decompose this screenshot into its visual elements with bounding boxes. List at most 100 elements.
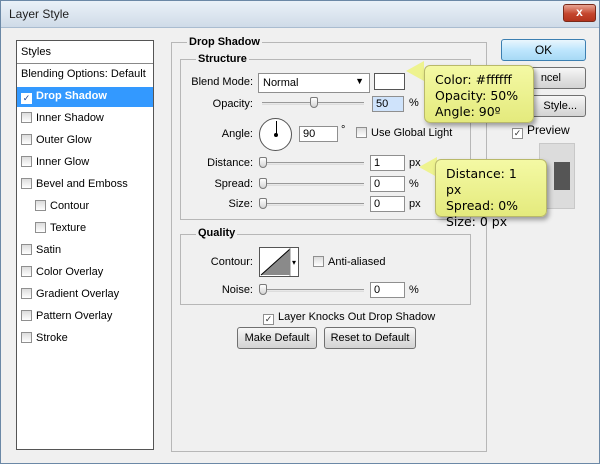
style-checkbox[interactable] xyxy=(21,310,32,321)
opacity-slider-thumb[interactable] xyxy=(310,97,318,108)
preview-box: ✓ xyxy=(512,128,523,139)
noise-unit: % xyxy=(409,284,419,296)
style-item[interactable]: Outer Glow xyxy=(17,131,153,151)
close-button[interactable]: x xyxy=(563,4,596,22)
style-item-label: Pattern Overlay xyxy=(36,310,113,322)
style-item[interactable]: Stroke xyxy=(17,329,153,349)
tooltip-line: Color: #ffffff xyxy=(435,72,512,87)
style-checkbox[interactable] xyxy=(21,112,32,123)
styles-header[interactable]: Styles xyxy=(17,41,153,64)
distance-slider-thumb[interactable] xyxy=(259,157,267,168)
tooltip-line: Spread: 0% xyxy=(446,198,519,213)
layer-style-dialog: Layer Style x Styles Blending Options: D… xyxy=(0,0,600,464)
style-item-label: Texture xyxy=(50,222,87,234)
style-checkbox[interactable] xyxy=(21,244,32,255)
preview-label: Preview xyxy=(527,123,570,137)
spread-slider-thumb[interactable] xyxy=(259,178,267,189)
style-item-label: Contour xyxy=(50,200,90,212)
style-checkbox[interactable] xyxy=(21,266,32,277)
style-item[interactable]: Color Overlay xyxy=(17,263,153,283)
dropdown-arrow-icon: ▼ xyxy=(355,76,364,86)
opacity-unit: % xyxy=(409,97,419,109)
noise-input[interactable]: 0 xyxy=(370,282,405,298)
style-item-label: Drop Shadow xyxy=(36,90,107,102)
tooltip-line: Size: 0 px xyxy=(446,214,508,229)
style-item[interactable]: ✓ Drop Shadow xyxy=(17,87,153,107)
style-item[interactable]: Gradient Overlay xyxy=(17,285,153,305)
spread-input[interactable]: 0 xyxy=(370,176,405,192)
style-checkbox[interactable] xyxy=(35,222,46,233)
style-checkbox[interactable] xyxy=(21,288,32,299)
style-checkbox[interactable] xyxy=(21,134,32,145)
blend-mode-select[interactable]: Normal ▼ xyxy=(258,73,370,93)
knocks-out-label: Layer Knocks Out Drop Shadow xyxy=(278,311,436,323)
reset-to-default-button[interactable]: Reset to Default xyxy=(324,327,416,349)
anti-aliased-box xyxy=(313,256,324,267)
shadow-color-swatch[interactable] xyxy=(374,73,405,90)
tooltip-line: Opacity: 50% xyxy=(435,88,519,103)
use-global-light-label: Use Global Light xyxy=(371,127,453,139)
size-slider-track[interactable] xyxy=(262,203,364,206)
style-item-label: Color Overlay xyxy=(36,266,104,278)
structure-title: Structure xyxy=(196,53,249,65)
distance-input[interactable]: 1 xyxy=(370,155,405,171)
anti-aliased-checkbox[interactable]: Anti-aliased xyxy=(313,256,385,268)
opacity-input[interactable]: 50 xyxy=(372,96,404,112)
style-item-label: Gradient Overlay xyxy=(36,288,120,300)
spread-label: Spread: xyxy=(214,178,253,190)
knocks-out-checkbox[interactable]: ✓ Layer Knocks Out Drop Shadow xyxy=(263,311,435,325)
ok-button[interactable]: OK xyxy=(501,39,586,61)
angle-dial-pivot xyxy=(274,133,278,137)
svg-text:▾: ▾ xyxy=(292,258,296,267)
preview-checkbox[interactable]: ✓ Preview xyxy=(512,123,570,139)
style-item-label: Bevel and Emboss xyxy=(36,178,128,190)
spread-unit: % xyxy=(409,178,419,190)
style-checkbox[interactable]: ✓ xyxy=(21,93,32,104)
use-global-light-checkbox[interactable]: Use Global Light xyxy=(356,127,452,139)
contour-preview-icon: ▾ xyxy=(260,248,296,276)
style-item-label: Outer Glow xyxy=(36,134,92,146)
style-item-label: Inner Shadow xyxy=(36,112,104,124)
style-item-label: Inner Glow xyxy=(36,156,90,168)
use-global-light-box xyxy=(356,127,367,138)
angle-label: Angle: xyxy=(221,128,253,140)
style-item[interactable]: Contour xyxy=(17,197,153,217)
style-item[interactable]: Satin xyxy=(17,241,153,261)
style-checkbox[interactable] xyxy=(21,178,32,189)
opacity-label: Opacity: xyxy=(212,98,253,110)
tooltip-color-opacity-angle: Color: #ffffff Opacity: 50% Angle: 90º xyxy=(424,65,534,123)
style-checkbox[interactable] xyxy=(21,332,32,343)
style-item[interactable]: Blending Options: Default xyxy=(17,65,153,85)
style-item[interactable]: Bevel and Emboss xyxy=(17,175,153,195)
angle-input[interactable]: 90 xyxy=(299,126,338,142)
tooltip-line: Distance: 1 px xyxy=(446,166,517,197)
size-input[interactable]: 0 xyxy=(370,196,405,212)
drop-shadow-title: Drop Shadow xyxy=(187,36,262,48)
distance-slider-track[interactable] xyxy=(262,162,364,165)
contour-picker[interactable]: ▾ xyxy=(259,247,299,277)
style-item[interactable]: Inner Shadow xyxy=(17,109,153,129)
preview-swatch xyxy=(554,162,570,190)
style-checkbox[interactable] xyxy=(35,200,46,211)
quality-title: Quality xyxy=(196,227,238,239)
size-slider-thumb[interactable] xyxy=(259,198,267,209)
window-title: Layer Style xyxy=(9,7,70,21)
style-item[interactable]: Texture xyxy=(17,219,153,239)
noise-slider-track[interactable] xyxy=(262,289,364,292)
styles-list: Styles Blending Options: Default ✓ Drop Sh… xyxy=(16,40,154,450)
noise-label: Noise: xyxy=(221,284,253,296)
size-unit: px xyxy=(409,198,421,210)
spread-slider-track[interactable] xyxy=(262,183,364,186)
style-item-label: Stroke xyxy=(36,332,68,344)
make-default-button[interactable]: Make Default xyxy=(237,327,317,349)
knocks-out-box: ✓ xyxy=(263,314,274,325)
style-item[interactable]: Pattern Overlay xyxy=(17,307,153,327)
title-bar[interactable]: Layer Style x xyxy=(1,1,599,28)
noise-slider-thumb[interactable] xyxy=(259,284,267,295)
style-item-label: Satin xyxy=(36,244,62,256)
blend-mode-label: Blend Mode: xyxy=(191,76,253,88)
tooltip-arrow xyxy=(406,61,424,81)
style-checkbox[interactable] xyxy=(21,156,32,167)
angle-dial[interactable] xyxy=(259,118,292,151)
style-item[interactable]: Inner Glow xyxy=(17,153,153,173)
